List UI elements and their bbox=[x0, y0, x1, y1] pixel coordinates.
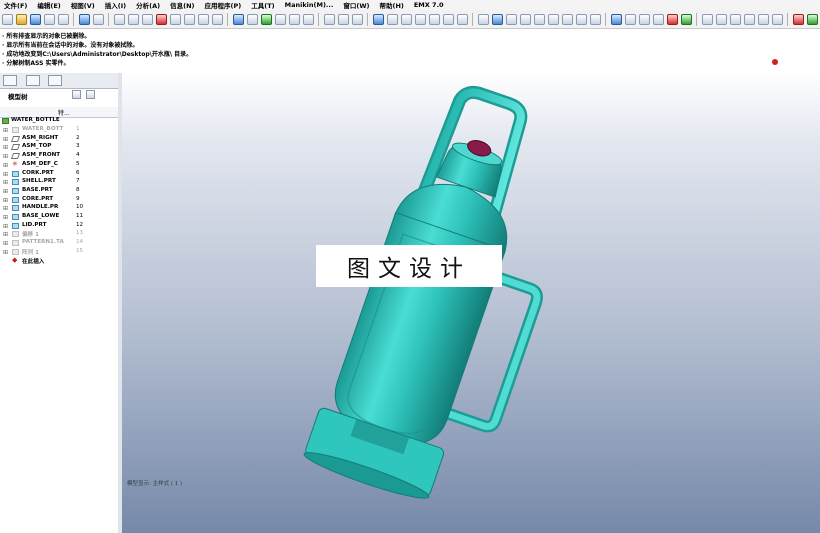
watermark: 图文设计 bbox=[316, 245, 502, 287]
model-display-status: 模型显示: 主样式 ( 1 ) bbox=[127, 481, 183, 487]
